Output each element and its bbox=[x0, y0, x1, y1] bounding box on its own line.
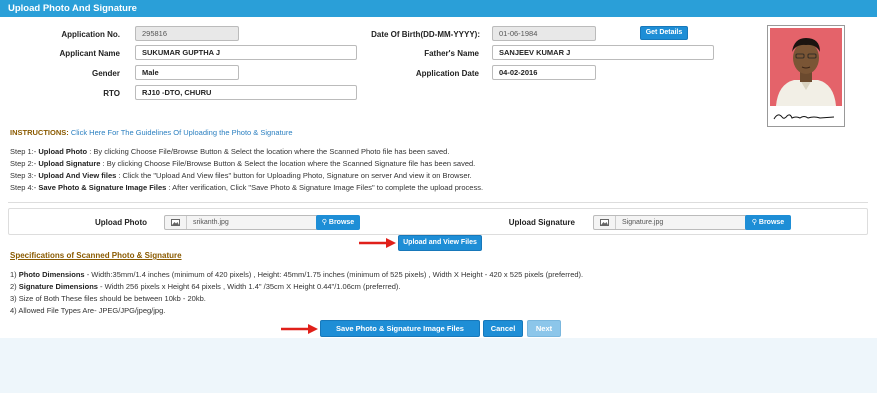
upload-photo-label: Upload Photo bbox=[95, 218, 147, 227]
save-photo-signature-button[interactable]: Save Photo & Signature Image Files bbox=[320, 320, 480, 337]
upload-and-view-button[interactable]: Upload and View Files bbox=[398, 235, 482, 251]
spec-item-2: 2) Signature Dimensions - Width 256 pixe… bbox=[10, 282, 401, 291]
instructions-line: INSTRUCTIONS: Click Here For The Guideli… bbox=[10, 128, 293, 137]
application-date-field[interactable]: 04-02-2016 bbox=[492, 65, 596, 80]
instruction-step-4: Step 4:- Save Photo & Signature Image Fi… bbox=[10, 183, 483, 192]
step-text: : By clicking Choose File/Browse Button … bbox=[87, 147, 450, 156]
spec-text: Allowed File Types Are- JPEG/JPG/jpeg/jp… bbox=[18, 306, 166, 315]
next-button[interactable]: Next bbox=[527, 320, 561, 337]
rto-field[interactable]: RJ10 -DTO, CHURU bbox=[135, 85, 357, 100]
panel-header: Upload Photo And Signature bbox=[0, 0, 877, 17]
step-title: Upload Photo bbox=[38, 147, 88, 156]
step-text: : By clicking Choose File/Browse Button … bbox=[100, 159, 476, 168]
browse-signature-button[interactable]: ⚲ Browse bbox=[745, 215, 791, 230]
spec-title: Signature Dimensions bbox=[18, 282, 98, 291]
spec-title: Photo Dimensions bbox=[18, 270, 85, 279]
applicant-name-field[interactable]: SUKUMAR GUPTHA J bbox=[135, 45, 357, 60]
browse-photo-button[interactable]: ⚲ Browse bbox=[316, 215, 360, 230]
photo-file-name: srikanth.jpg bbox=[193, 219, 229, 226]
divider bbox=[8, 202, 868, 203]
spec-prefix: 1) bbox=[10, 270, 19, 279]
step-prefix: Step 3:- bbox=[10, 171, 39, 180]
spec-prefix: 3) bbox=[10, 294, 19, 303]
step-text: : Click the "Upload And View files" butt… bbox=[116, 171, 472, 180]
instruction-step-1: Step 1:- Upload Photo : By clicking Choo… bbox=[10, 147, 449, 156]
get-details-button[interactable]: Get Details bbox=[640, 26, 688, 40]
photo-file-input[interactable]: srikanth.jpg ⚲ Browse bbox=[164, 215, 360, 230]
spec-text: - Width 256 pixels x Height 64 pixels , … bbox=[97, 282, 401, 291]
upload-signature-label: Upload Signature bbox=[508, 218, 575, 227]
applicant-name-label: Applicant Name bbox=[59, 49, 120, 58]
image-file-icon bbox=[594, 216, 616, 229]
step-text: : After verification, Click "Save Photo … bbox=[166, 183, 484, 192]
spec-prefix: 2) bbox=[10, 282, 19, 291]
red-arrow-icon bbox=[281, 324, 318, 334]
photo-preview bbox=[767, 25, 845, 127]
step-title: Upload Signature bbox=[38, 159, 101, 168]
specifications-title: Specifications of Scanned Photo & Signat… bbox=[10, 251, 182, 260]
cancel-button[interactable]: Cancel bbox=[483, 320, 523, 337]
rto-label: RTO bbox=[103, 89, 120, 98]
application-no-field[interactable]: 295816 bbox=[135, 26, 239, 41]
step-title: Upload And View files bbox=[38, 171, 117, 180]
step-prefix: Step 2:- bbox=[10, 159, 39, 168]
spec-item-1: 1) Photo Dimensions - Width:35mm/1.4 inc… bbox=[10, 270, 583, 279]
search-icon: ⚲ bbox=[751, 219, 757, 226]
instruction-step-3: Step 3:- Upload And View files : Click t… bbox=[10, 171, 472, 180]
image-file-icon bbox=[165, 216, 187, 229]
application-date-label: Application Date bbox=[415, 69, 479, 78]
spec-text: - Width:35mm/1.4 inches (minimum of 420 … bbox=[84, 270, 584, 279]
signature-image bbox=[770, 108, 842, 124]
father-name-field[interactable]: SANJEEV KUMAR J bbox=[492, 45, 714, 60]
application-no-label: Application No. bbox=[61, 30, 120, 39]
search-icon: ⚲ bbox=[321, 219, 327, 226]
upload-box: Upload Photo srikanth.jpg ⚲ Browse Uploa… bbox=[8, 208, 868, 235]
dob-field[interactable]: 01-06-1984 bbox=[492, 26, 596, 41]
dob-label: Date Of Birth(DD-MM-YYYY): bbox=[371, 30, 480, 39]
step-prefix: Step 1:- bbox=[10, 147, 39, 156]
spec-item-3: 3) Size of Both These files should be be… bbox=[10, 294, 206, 303]
browse-label: Browse bbox=[758, 219, 785, 226]
instructions-heading: INSTRUCTIONS: bbox=[10, 128, 69, 137]
photo-image bbox=[770, 28, 842, 106]
spec-text: Size of Both These files should be betwe… bbox=[18, 294, 206, 303]
guidelines-link[interactable]: Click Here For The Guidelines Of Uploadi… bbox=[71, 128, 293, 137]
upload-panel: Upload Photo And Signature Application N… bbox=[0, 0, 877, 338]
step-title: Save Photo & Signature Image Files bbox=[38, 183, 167, 192]
signature-file-name: Signature.jpg bbox=[622, 219, 664, 226]
red-arrow-icon bbox=[359, 238, 396, 248]
gender-field[interactable]: Male bbox=[135, 65, 239, 80]
spec-item-4: 4) Allowed File Types Are- JPEG/JPG/jpeg… bbox=[10, 306, 165, 315]
gender-label: Gender bbox=[91, 69, 120, 78]
instruction-step-2: Step 2:- Upload Signature : By clicking … bbox=[10, 159, 475, 168]
signature-file-input[interactable]: Signature.jpg ⚲ Browse bbox=[593, 215, 791, 230]
browse-label: Browse bbox=[328, 219, 355, 226]
step-prefix: Step 4:- bbox=[10, 183, 39, 192]
father-name-label: Father's Name bbox=[424, 49, 479, 58]
